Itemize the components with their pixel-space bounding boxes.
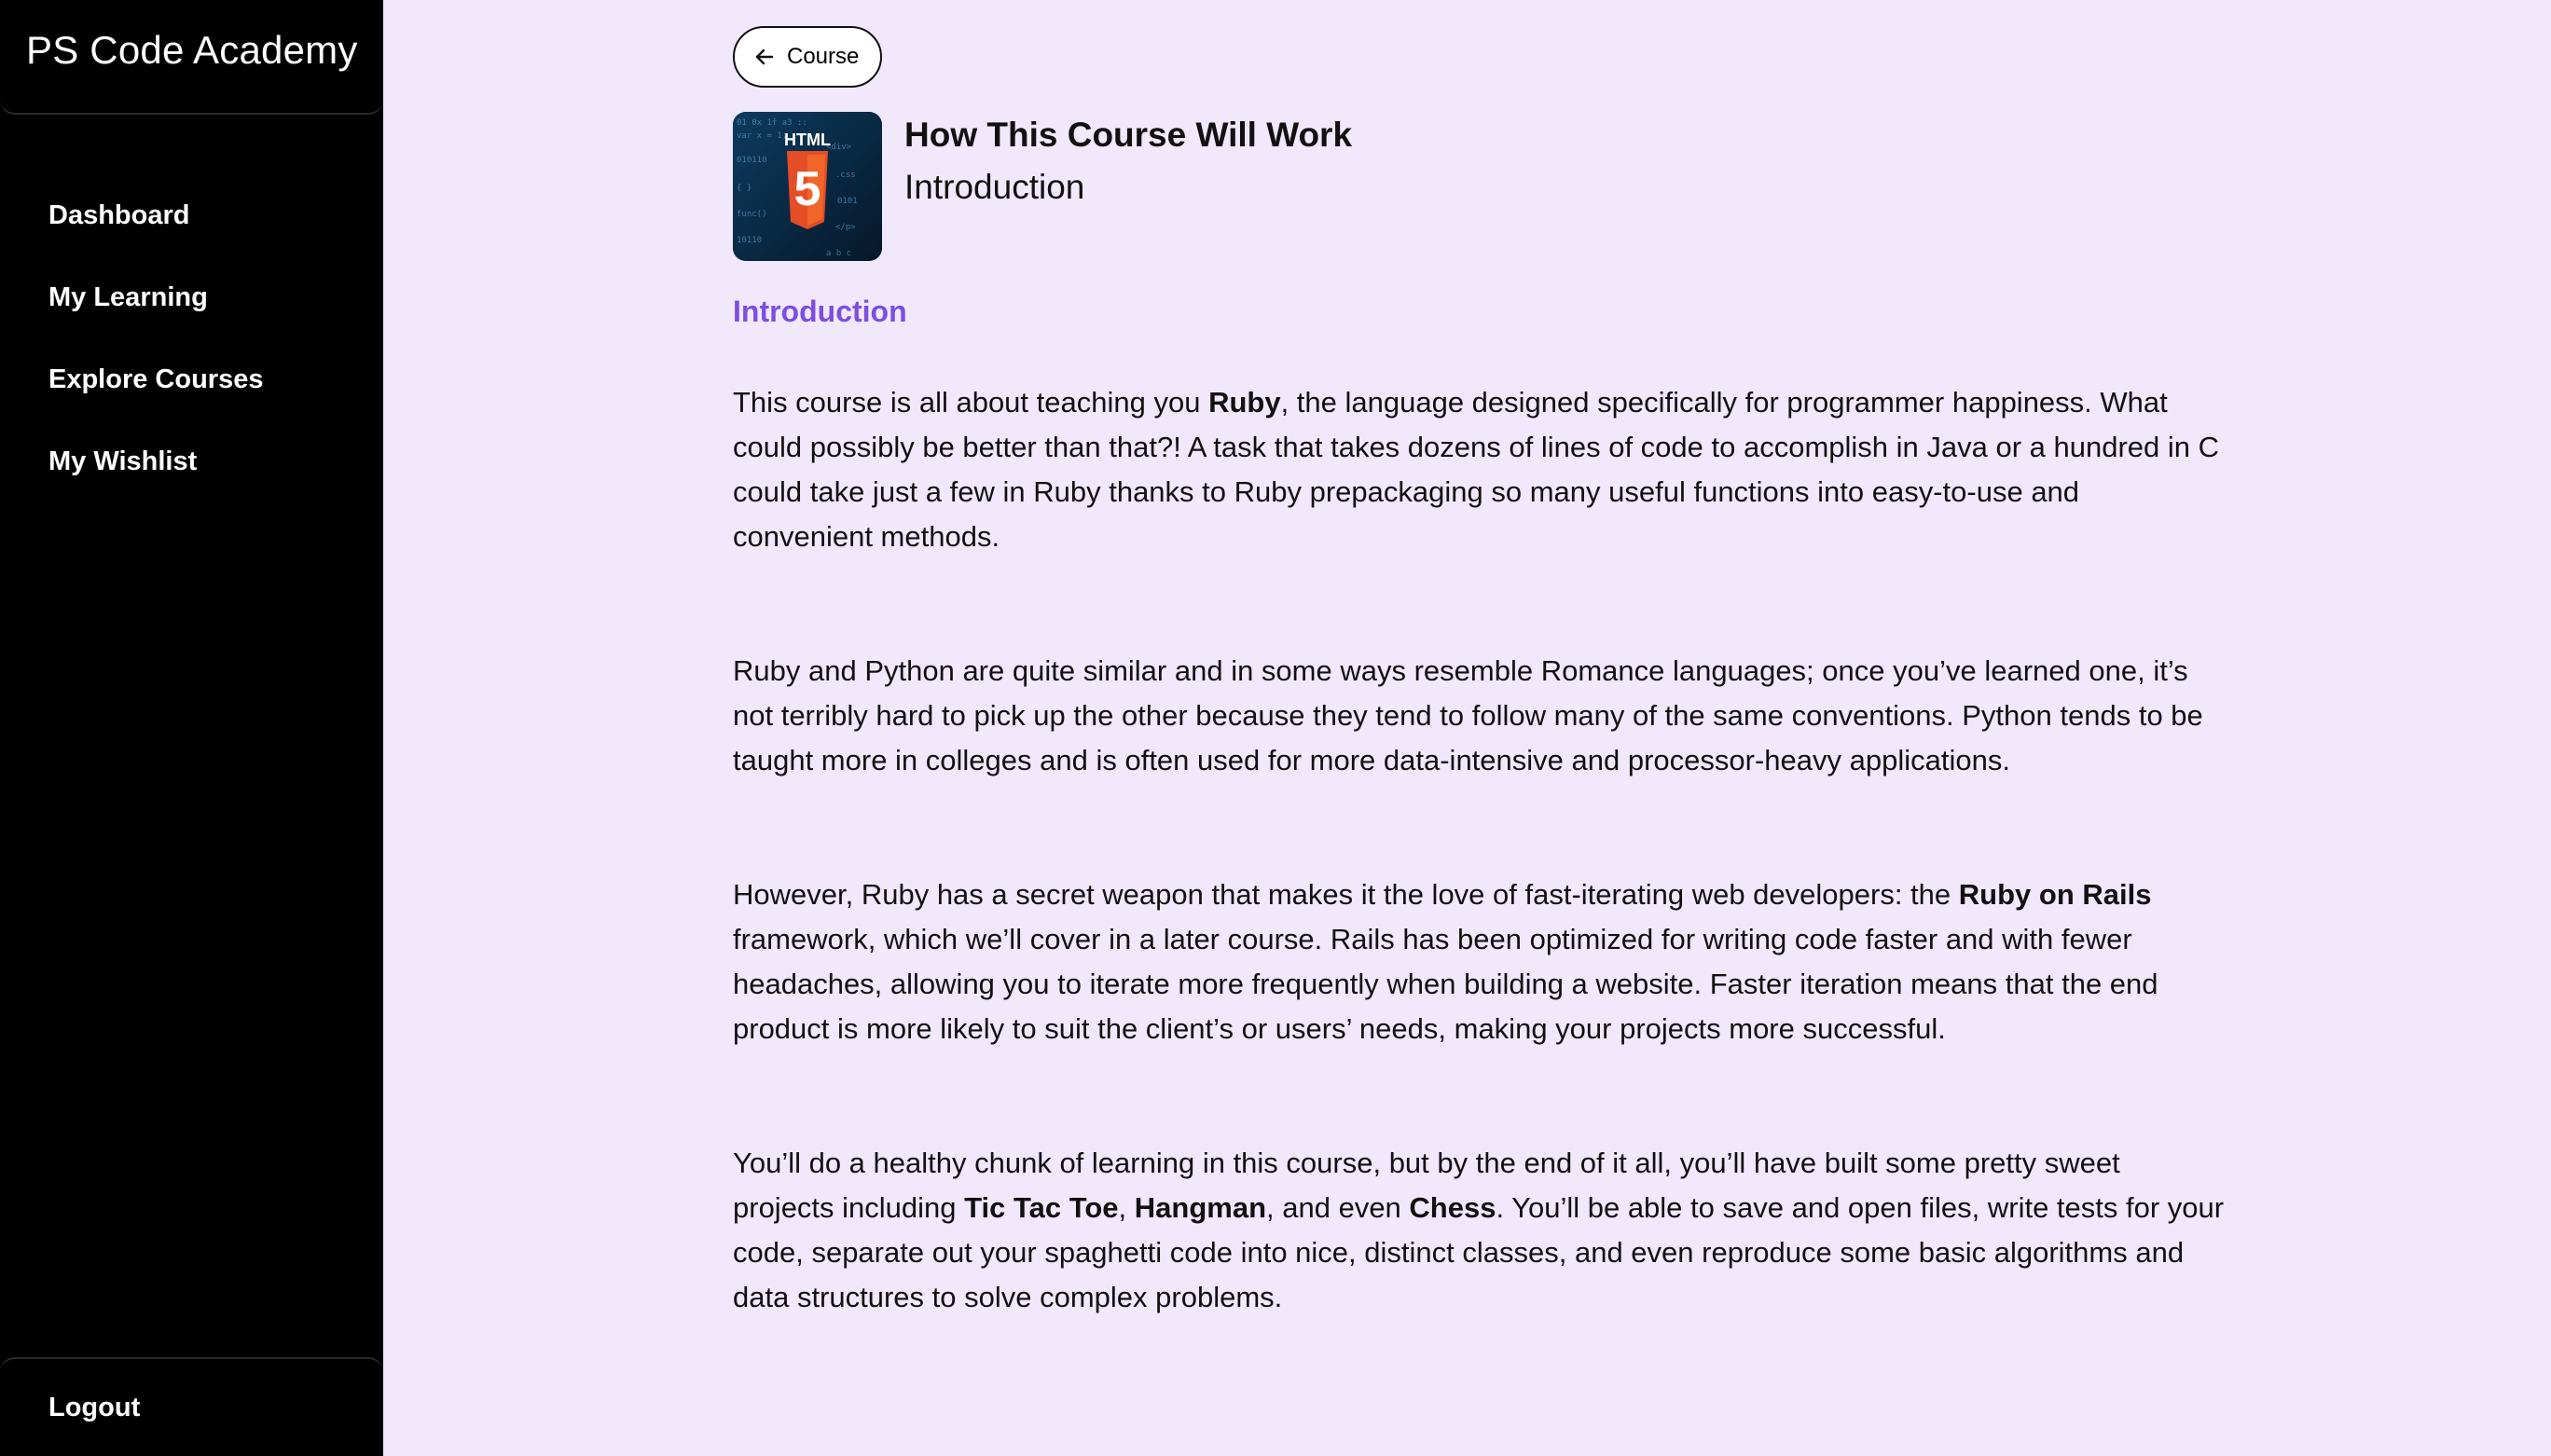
paragraph-4-bold-hangman: Hangman: [1134, 1191, 1267, 1224]
svg-text:{ }: { }: [737, 184, 752, 193]
svg-text:var x = 1;: var x = 1;: [737, 131, 787, 141]
brand-title[interactable]: PS Code Academy: [26, 28, 358, 72]
svg-text:</p>: </p>: [835, 223, 856, 232]
back-button-label: Course: [787, 44, 860, 69]
paragraph-3-text-a: However, Ruby has a secret weapon that m…: [733, 878, 1959, 911]
paragraph-4-sep-2: , and even: [1266, 1191, 1410, 1224]
svg-text:.css: .css: [835, 171, 856, 180]
sidebar-item-dashboard[interactable]: Dashboard: [0, 174, 383, 256]
paragraph-4-bold-tic-tac-toe: Tic Tac Toe: [964, 1191, 1119, 1224]
paragraph-3: However, Ruby has a secret weapon that m…: [733, 872, 2225, 1051]
sidebar-item-my-learning[interactable]: My Learning: [0, 256, 383, 338]
svg-text:10110: 10110: [737, 236, 762, 245]
paragraph-1-text-a: This course is all about teaching you: [733, 386, 1209, 419]
paragraph-1-bold-ruby: Ruby: [1208, 386, 1281, 419]
svg-text:010110: 010110: [737, 156, 767, 165]
thumbnail-badge: 5: [794, 162, 821, 216]
paragraph-4-sep-1: ,: [1118, 1191, 1135, 1224]
course-thumbnail: 01 0x 1f a3 :: var x = 1; <div> 010110 .…: [733, 112, 882, 261]
paragraph-2: Ruby and Python are quite similar and in…: [733, 654, 2203, 776]
sidebar-nav: Dashboard My Learning Explore Courses My…: [0, 115, 383, 502]
paragraph-3-text-c: framework, which we’ll cover in a later …: [733, 923, 2158, 1045]
paragraph-4: You’ll do a healthy chunk of learning in…: [733, 1141, 2225, 1320]
paragraph-4-bold-chess: Chess: [1409, 1191, 1496, 1224]
sidebar-item-explore-courses[interactable]: Explore Courses: [0, 338, 383, 420]
thumbnail-html-text: HTML: [784, 130, 831, 149]
sidebar-item-my-wishlist[interactable]: My Wishlist: [0, 420, 383, 502]
paragraph-1: This course is all about teaching you Ru…: [733, 380, 2225, 559]
lesson-title: How This Course Will Work: [904, 116, 1353, 154]
section-heading: Introduction: [733, 295, 907, 328]
svg-text:0101: 0101: [837, 197, 858, 206]
brand: PS Code Academy: [0, 0, 383, 115]
lesson-body: This course is all about teaching you Ru…: [733, 380, 2225, 1409]
html5-logo-image: 01 0x 1f a3 :: var x = 1; <div> 010110 .…: [733, 112, 882, 261]
logout-button[interactable]: Logout: [0, 1359, 383, 1456]
svg-text:func(): func(): [737, 210, 767, 219]
back-to-course-button[interactable]: Course: [733, 26, 882, 88]
arrow-left-icon: [755, 48, 774, 65]
paragraph-3-bold-rails: Ruby on Rails: [1958, 878, 2152, 911]
sidebar-footer: Logout: [0, 1357, 383, 1456]
svg-text:a b c: a b c: [826, 249, 851, 258]
svg-text:01 0x 1f a3 ::: 01 0x 1f a3 ::: [737, 118, 807, 128]
lesson-subtitle: Introduction: [904, 168, 1085, 206]
sidebar: PS Code Academy Dashboard My Learning Ex…: [0, 0, 383, 1456]
